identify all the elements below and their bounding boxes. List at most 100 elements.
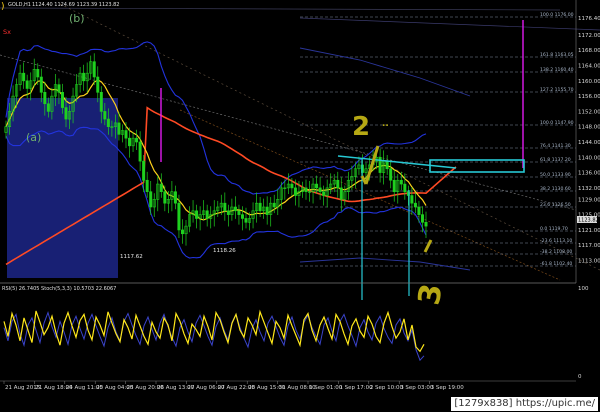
candle-body[interactable] <box>385 160 389 170</box>
candle-body[interactable] <box>226 210 230 215</box>
wave-a-box <box>7 98 118 278</box>
price-tick-label: 1164.00 <box>578 64 600 70</box>
candle-body[interactable] <box>392 179 396 193</box>
price-tick-label: 1136.00 <box>578 171 600 177</box>
time-tick-label: 1 Sep 17:00 <box>339 385 373 391</box>
candle-body[interactable] <box>36 69 40 78</box>
candle-body[interactable] <box>39 76 43 93</box>
candle-body[interactable] <box>318 187 322 193</box>
candle-body[interactable] <box>64 107 68 120</box>
fib-label: 76.4 1141.30 <box>540 143 571 149</box>
fib-label: -61.8 1102.40 <box>540 261 572 267</box>
candle-body[interactable] <box>233 206 237 212</box>
candle-body[interactable] <box>163 191 167 204</box>
candle-body[interactable] <box>237 210 241 215</box>
level-label-low-1: 1117.62 <box>120 254 143 260</box>
candle-body[interactable] <box>128 137 132 147</box>
candle-body[interactable] <box>205 210 209 219</box>
chart-canvas: 100.0 1176.00 161.8 1163.05 138.2 1160.40 1… <box>0 0 600 412</box>
candle-body[interactable] <box>92 61 96 78</box>
candle-body[interactable] <box>173 191 177 204</box>
fib-label: 0.0 1119.70 <box>540 226 568 232</box>
candle-body[interactable] <box>103 111 107 120</box>
candle-body[interactable] <box>410 195 414 204</box>
candle-body[interactable] <box>223 202 227 212</box>
candle-body[interactable] <box>96 76 100 93</box>
candle-body[interactable] <box>46 103 50 112</box>
candle-body[interactable] <box>195 210 199 219</box>
price-tick-label: 1156.00 <box>578 94 600 100</box>
candle-body[interactable] <box>22 72 26 82</box>
fib-label: 50.0 1133.90 <box>540 172 571 178</box>
price-tick-label: 1152.00 <box>578 109 600 115</box>
fib-label: -38.2 1108.00 <box>540 249 572 255</box>
candle-body[interactable] <box>244 218 248 223</box>
oscillator-max-label: 100 <box>578 286 589 292</box>
candle-body[interactable] <box>106 118 110 128</box>
candle-body[interactable] <box>57 84 61 93</box>
time-tick-label: 1 Sep 01:00 <box>309 385 343 391</box>
candle-body[interactable] <box>60 91 64 108</box>
candle-body[interactable] <box>138 141 142 162</box>
candle-body[interactable] <box>149 191 153 208</box>
candle-body[interactable] <box>293 187 297 196</box>
fib-label: 61.8 1137.20 <box>540 157 571 163</box>
candle-body[interactable] <box>339 187 343 200</box>
level-label-low-2: 1118.26 <box>213 248 236 254</box>
candle-body[interactable] <box>417 206 421 215</box>
candle-body[interactable] <box>389 168 393 181</box>
candle-body[interactable] <box>420 214 424 223</box>
candle-body[interactable] <box>304 187 308 193</box>
candle-body[interactable] <box>159 183 163 193</box>
candle-body[interactable] <box>290 183 294 189</box>
price-tick-label: 1172.00 <box>578 33 600 39</box>
wave-2-annotation: 2 <box>352 112 370 142</box>
price-tick-label: 1176.40 <box>578 16 600 22</box>
price-tick-label: 1132.00 <box>578 186 600 192</box>
candle-body[interactable] <box>399 179 403 185</box>
fib-label: 100.0 1176.00 <box>540 12 574 18</box>
candle-body[interactable] <box>99 91 103 112</box>
candle-body[interactable] <box>135 137 139 143</box>
candle-body[interactable] <box>315 183 319 189</box>
candle-body[interactable] <box>43 91 47 105</box>
price-tick-label: 1148.00 <box>578 125 600 131</box>
candle-body[interactable] <box>82 72 86 82</box>
candle-body[interactable] <box>322 191 326 196</box>
candle-body[interactable] <box>240 214 244 219</box>
candle-body[interactable] <box>413 202 417 208</box>
fib-label: 138.2 1160.40 <box>540 67 574 73</box>
fib-label: 161.8 1163.05 <box>540 52 574 58</box>
ohlc-header: 1124.40 1124.69 1123.39 1123.82 <box>32 2 119 8</box>
candle-body[interactable] <box>336 179 340 189</box>
candle-body[interactable] <box>265 206 269 215</box>
price-tick-label: 1113.00 <box>578 259 600 265</box>
candle-body[interactable] <box>180 229 184 235</box>
candle-body[interactable] <box>272 202 276 208</box>
candle-body[interactable] <box>25 80 29 89</box>
close-marker[interactable]: Sx <box>3 28 11 36</box>
current-price-label: 1123.82 <box>578 218 599 224</box>
candle-body[interactable] <box>258 202 262 212</box>
oscillator-min-label: 0 <box>578 374 582 380</box>
time-tick-label: 3 Sep 03:00 <box>400 385 434 391</box>
candle-body[interactable] <box>142 160 146 181</box>
price-tick-label: 1117.00 <box>578 243 600 249</box>
price-tick-label: 1121.00 <box>578 228 600 234</box>
wave-label-a: (a) <box>26 131 41 144</box>
candle-body[interactable] <box>403 183 407 193</box>
price-tick-label: 1140.00 <box>578 155 600 161</box>
fib-label: -23.6 1113.10 <box>540 238 572 244</box>
price-tick-label: 1160.00 <box>578 79 600 85</box>
price-tick-label: 1144.00 <box>578 140 600 146</box>
candle-body[interactable] <box>145 179 149 193</box>
candle-body[interactable] <box>117 122 121 135</box>
candle-body[interactable] <box>124 130 128 139</box>
time-tick-label: 3 Sep 19:00 <box>431 385 465 391</box>
collapse-icon[interactable]: ) <box>1 2 5 12</box>
symbol-header: GOLD,H1 <box>8 2 31 8</box>
candle-body[interactable] <box>424 221 428 227</box>
watermark[interactable]: [1279x838] https://upic.me/ <box>451 397 598 411</box>
candle-body[interactable] <box>177 202 181 231</box>
fib-label: 127.2 1155.70 <box>540 87 574 93</box>
